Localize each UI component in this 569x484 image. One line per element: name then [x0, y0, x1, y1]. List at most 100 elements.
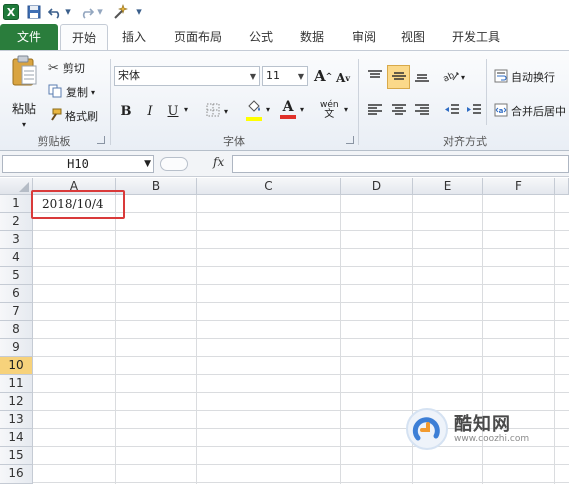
watermark-url: www.coozhi.com — [454, 434, 530, 444]
shrink-font-button[interactable]: Av — [336, 69, 350, 86]
highlight-box — [31, 190, 125, 219]
wrap-text-icon — [494, 69, 508, 86]
font-size-value: 11 — [266, 69, 280, 82]
row-header-9[interactable]: 9 — [0, 339, 33, 357]
orientation-button[interactable]: ab ▾ — [442, 67, 465, 87]
clipboard-dialog-launcher-icon[interactable] — [97, 136, 105, 144]
redo-dropdown-icon[interactable]: ▾ — [96, 2, 104, 21]
align-right-button[interactable] — [413, 101, 431, 121]
align-bottom-button[interactable] — [411, 67, 433, 87]
copy-label: 复制 — [66, 86, 88, 99]
wrap-text-button[interactable]: 自动换行 — [494, 67, 555, 87]
copy-button[interactable]: 复制 ▾ — [48, 83, 95, 101]
phonetic-button[interactable]: wén 文 — [320, 101, 339, 121]
formula-bar-resize-handle[interactable] — [160, 157, 188, 171]
gridline — [33, 392, 569, 393]
row-header-14[interactable]: 14 — [0, 429, 33, 447]
borders-button[interactable]: ▾ — [206, 103, 228, 119]
row-header-8[interactable]: 8 — [0, 321, 33, 339]
select-all-corner[interactable] — [0, 178, 33, 195]
paste-dropdown-icon[interactable]: ▾ — [22, 120, 26, 129]
underline-dropdown-icon[interactable]: ▾ — [184, 105, 188, 114]
column-header-c[interactable]: C — [197, 178, 341, 195]
row-header-10[interactable]: 10 — [0, 357, 33, 375]
fill-color-button[interactable] — [246, 100, 262, 122]
font-name-select[interactable]: 宋体 ▼ — [114, 66, 260, 86]
row-header-7[interactable]: 7 — [0, 303, 33, 321]
align-middle-button[interactable] — [387, 65, 410, 89]
underline-button[interactable]: U — [164, 101, 182, 121]
italic-button[interactable]: I — [142, 101, 158, 121]
tab-review[interactable]: 审阅 — [342, 24, 386, 50]
column-header-f[interactable]: F — [483, 178, 555, 195]
borders-dropdown-icon[interactable]: ▾ — [224, 107, 228, 116]
excel-icon: X — [3, 2, 19, 21]
paste-button[interactable]: 粘贴 ▾ — [4, 55, 44, 129]
scissors-icon: ✂ — [48, 60, 59, 76]
redo-icon[interactable] — [79, 2, 95, 21]
grow-font-button[interactable]: A ^ — [314, 66, 332, 86]
row-header-4[interactable]: 4 — [0, 249, 33, 267]
undo-icon[interactable] — [47, 2, 63, 21]
italic-label: I — [147, 103, 153, 119]
increase-indent-button[interactable] — [465, 101, 483, 121]
tab-data[interactable]: 数据 — [290, 24, 334, 50]
row-header-16[interactable]: 16 — [0, 465, 33, 484]
fill-color-dropdown-icon[interactable]: ▾ — [266, 105, 270, 114]
customize-qat-icon[interactable]: ▾ — [134, 2, 144, 21]
cut-button[interactable]: ✂ 剪切 — [48, 59, 85, 77]
align-top-button[interactable] — [364, 67, 386, 87]
format-painter-label: 格式刷 — [65, 110, 98, 123]
row-header-3[interactable]: 3 — [0, 231, 33, 249]
tab-file[interactable]: 文件 — [0, 24, 58, 50]
column-header-g[interactable] — [555, 178, 569, 195]
column-header-d[interactable]: D — [341, 178, 413, 195]
row-header-12[interactable]: 12 — [0, 393, 33, 411]
tab-page-layout[interactable]: 页面布局 — [162, 24, 234, 50]
tab-formulas[interactable]: 公式 — [240, 24, 282, 50]
chevron-down-icon[interactable]: ▼ — [144, 156, 151, 172]
name-box[interactable]: H10 ▼ — [2, 155, 154, 173]
shrink-font-label: A — [336, 70, 346, 85]
borders-icon — [206, 103, 220, 120]
tab-insert[interactable]: 插入 — [112, 24, 156, 50]
phonetic-dropdown-icon[interactable]: ▾ — [344, 105, 348, 114]
merge-center-button[interactable]: a 合并后居中 — [494, 101, 566, 121]
bold-button[interactable]: B — [118, 101, 134, 121]
watermark-title: 酷知网 — [454, 414, 511, 435]
font-color-button[interactable]: A — [280, 100, 296, 122]
row-header-13[interactable]: 13 — [0, 411, 33, 429]
tab-developer[interactable]: 开发工具 — [442, 24, 510, 50]
group-separator — [358, 59, 359, 145]
row-header-6[interactable]: 6 — [0, 285, 33, 303]
align-left-button[interactable] — [366, 101, 384, 121]
row-header-11[interactable]: 11 — [0, 375, 33, 393]
row-header-15[interactable]: 15 — [0, 447, 33, 465]
column-header-e[interactable]: E — [413, 178, 483, 195]
gridline — [33, 374, 569, 375]
insert-function-icon[interactable]: fx — [213, 155, 224, 169]
gridline — [33, 320, 569, 321]
save-icon[interactable] — [26, 2, 42, 21]
font-group-label: 字体 — [223, 135, 245, 148]
formula-input[interactable] — [232, 155, 569, 173]
font-color-dropdown-icon[interactable]: ▾ — [300, 105, 304, 114]
orientation-dropdown-icon[interactable]: ▾ — [461, 73, 465, 82]
align-center-button[interactable] — [390, 101, 408, 121]
ribbon-tabs: 文件 开始 插入 页面布局 公式 数据 审阅 视图 开发工具 — [0, 24, 569, 51]
tab-view[interactable]: 视图 — [392, 24, 434, 50]
font-dialog-launcher-icon[interactable] — [346, 136, 354, 144]
decrease-indent-button[interactable] — [443, 101, 461, 121]
orientation-icon: ab — [442, 69, 460, 86]
row-header-1[interactable]: 1 — [0, 195, 33, 213]
magic-wand-icon[interactable] — [111, 2, 129, 21]
align-bottom-icon — [414, 69, 430, 86]
undo-dropdown-icon[interactable]: ▾ — [64, 2, 72, 21]
row-header-2[interactable]: 2 — [0, 213, 33, 231]
column-header-b[interactable]: B — [116, 178, 197, 195]
tab-home[interactable]: 开始 — [60, 24, 108, 51]
copy-dropdown-icon[interactable]: ▾ — [91, 88, 95, 97]
font-size-select[interactable]: 11 ▼ — [262, 66, 308, 86]
format-painter-button[interactable]: 格式刷 — [48, 107, 98, 125]
row-header-5[interactable]: 5 — [0, 267, 33, 285]
